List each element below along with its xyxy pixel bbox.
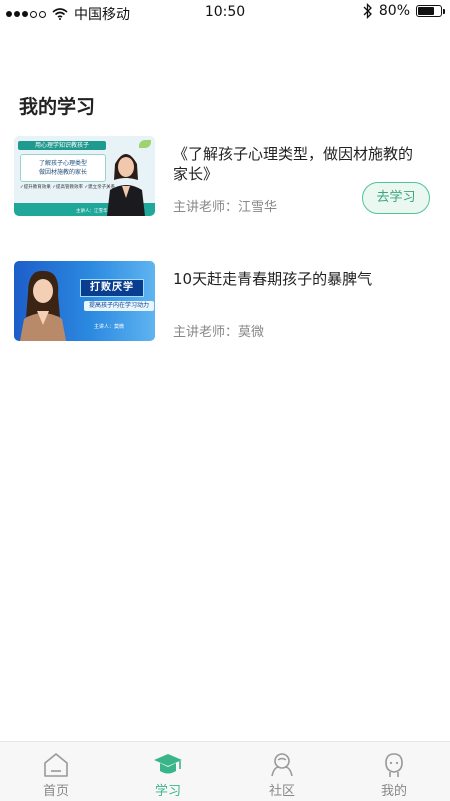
bluetooth-icon [363, 3, 372, 19]
thumb-box-line1: 了解孩子心理类型 [38, 160, 87, 167]
graduation-cap-icon [154, 754, 182, 774]
profile-icon [385, 753, 403, 777]
thumb-header: 用心理学知识教孩子 [18, 141, 106, 150]
community-icon [271, 753, 293, 777]
tab-home-label: 首页 [42, 784, 69, 799]
bottom-tab-bar: 首页 学习 社区 我的 [0, 741, 450, 801]
teacher-photo [107, 154, 145, 216]
thumb-box-line2: 做因材施教的家长 [38, 169, 87, 176]
thumb-ticks: ✓提升教育效果 ✓提高管教效率 ✓建立亲子关系 [20, 185, 116, 190]
course-title[interactable]: 10天赶走青春期孩子的暴脾气 [173, 269, 423, 289]
course-title[interactable]: 《了解孩子心理类型，做因材施教的家长》 [173, 144, 423, 184]
thumb-speaker: 主讲人：江雪华 [76, 209, 108, 214]
home-icon [44, 753, 68, 777]
course-thumbnail[interactable]: 打败厌学 提高孩子内在学习动力 主讲人：莫微 [14, 261, 155, 341]
battery-fill [418, 7, 434, 15]
battery-icon [416, 5, 445, 17]
tab-study[interactable]: 学习 [112, 742, 224, 801]
page-title: 我的学习 [19, 96, 96, 118]
go-study-button[interactable]: 去学习 [362, 182, 430, 214]
teacher-photo [20, 270, 66, 341]
course-teacher: 主讲老师：莫微 [173, 325, 265, 340]
thumb-headline: 打败厌学 [80, 279, 144, 297]
tab-community[interactable]: 社区 [226, 742, 338, 801]
status-bar: 中国移动 10:50 80% [0, 0, 450, 24]
tab-home[interactable]: 首页 [0, 742, 112, 801]
status-right: 80% [363, 3, 445, 19]
course-item[interactable]: 打败厌学 提高孩子内在学习动力 主讲人：莫微 10天赶走青春期孩子的暴脾气 主讲… [14, 261, 434, 343]
course-thumbnail[interactable]: 用心理学知识教孩子 了解孩子心理类型 做因材施教的家长 ✓提升教育效果 ✓提高管… [14, 136, 155, 216]
thumb-subtitle: 提高孩子内在学习动力 [84, 301, 154, 311]
tab-mine[interactable]: 我的 [338, 742, 450, 801]
thumb-box: 了解孩子心理类型 做因材施教的家长 [20, 154, 106, 182]
tab-community-label: 社区 [268, 784, 295, 799]
battery-percent: 80% [378, 3, 410, 19]
course-teacher: 主讲老师：江雪华 [173, 200, 278, 215]
tab-study-label: 学习 [154, 784, 181, 799]
course-item[interactable]: 用心理学知识教孩子 了解孩子心理类型 做因材施教的家长 ✓提升教育效果 ✓提高管… [14, 136, 434, 218]
thumb-speaker: 主讲人：莫微 [94, 324, 125, 330]
tab-mine-label: 我的 [380, 784, 407, 799]
